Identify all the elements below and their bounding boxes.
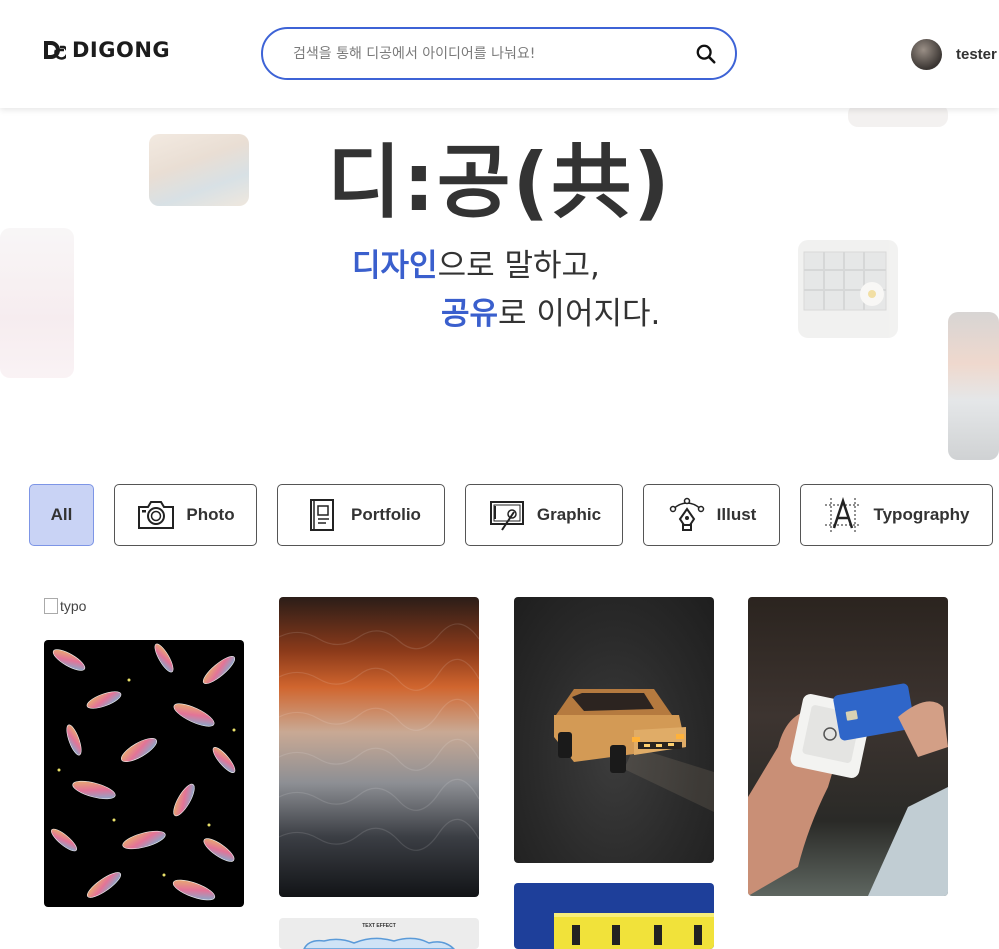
fish-pattern-graphic: [51, 643, 236, 901]
glass-texture-graphic: [279, 623, 479, 851]
logo[interactable]: DIGONG: [42, 38, 170, 62]
broken-image[interactable]: typo: [44, 598, 86, 614]
logo-mark-icon: [44, 41, 66, 60]
filter-photo-label: Photo: [186, 505, 235, 524]
window-graphic: [803, 251, 887, 311]
gallery-card-payment[interactable]: [748, 597, 948, 896]
filter-portfolio-label: Portfolio: [351, 505, 421, 524]
gallery-card-fish[interactable]: [44, 640, 244, 907]
search-bar: [261, 27, 737, 80]
filter-portfolio[interactable]: Portfolio: [277, 484, 445, 546]
hero-accent-design: 디자인: [352, 248, 438, 284]
filter-typography-label: Typography: [873, 505, 970, 524]
hero-line2-text: 로 이어지다.: [498, 296, 661, 332]
username[interactable]: tester: [956, 46, 997, 63]
gallery-card-glass[interactable]: [279, 597, 479, 897]
float-image-pink: [0, 228, 74, 378]
hero-line1-text: 으로 말하고,: [437, 248, 600, 284]
float-image-glass: [948, 312, 999, 460]
gallery-card-text-effect[interactable]: TEXT EFFECT: [279, 918, 479, 949]
building-graphic: [554, 913, 714, 949]
payment-graphic: [748, 683, 948, 896]
hero-accent-share: 공유: [441, 296, 499, 332]
filter-all-label: All: [50, 505, 73, 524]
type-grid-icon: [825, 497, 862, 532]
logo-text: DIGONG: [72, 38, 171, 62]
camera-icon: [138, 501, 175, 529]
filter-photo[interactable]: Photo: [114, 484, 257, 546]
pen-tool-icon: [669, 497, 704, 531]
broken-image-alt: typo: [60, 598, 87, 614]
filter-graphic[interactable]: Graphic: [465, 484, 623, 546]
filter-graphic-label: Graphic: [536, 505, 602, 524]
hero-tagline-line1: 디자인으로 말하고,: [352, 240, 600, 285]
gallery-card-car[interactable]: [514, 597, 714, 863]
filter-typography[interactable]: Typography: [800, 484, 993, 546]
gallery-card-building[interactable]: [514, 883, 714, 949]
text-effect-graphic: [303, 937, 456, 949]
broken-image-icon: [44, 598, 58, 614]
filter-illust[interactable]: Illust: [643, 484, 780, 546]
hero-tagline-line2: 공유로 이어지다.: [441, 288, 660, 333]
search-input[interactable]: [293, 45, 695, 62]
monitor-pen-icon: [489, 501, 524, 531]
user-menu[interactable]: tester: [911, 39, 997, 70]
hero-title: 디:공(共): [327, 136, 672, 229]
filter-all[interactable]: All: [29, 484, 94, 546]
search-icon[interactable]: [695, 43, 717, 65]
car-graphic: [554, 689, 714, 812]
float-image-window: [798, 240, 898, 338]
avatar[interactable]: [911, 39, 942, 70]
book-icon: [310, 499, 335, 531]
site-header: DIGONG tester: [0, 0, 999, 108]
filter-illust-label: Illust: [716, 505, 757, 524]
